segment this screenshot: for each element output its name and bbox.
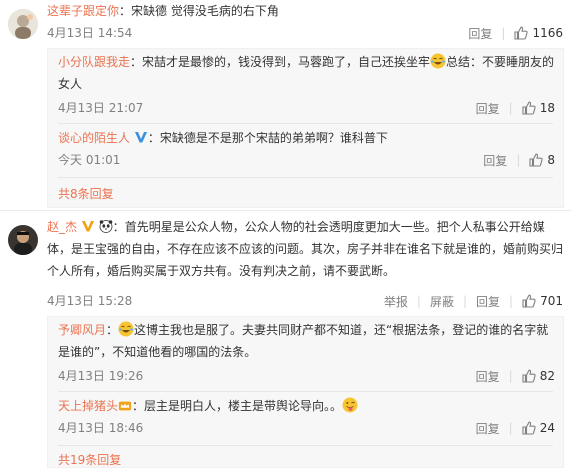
reply-item: 小分队跟我走：宋喆才是最惨的，钱没得到，马蓉跑了，自己还挨坐牢 总结：不要睡朋友的…: [58, 51, 555, 116]
reply-time: 4月13日 18:46: [58, 421, 144, 435]
like-count: 1166: [532, 26, 563, 40]
like-count: 24: [539, 421, 555, 435]
comment-body: 这辈子跟定你：宋缺德 觉得没毛病的右下角: [47, 4, 279, 18]
reply-divider: [58, 445, 553, 446]
comment-username[interactable]: 这辈子跟定你: [47, 4, 119, 18]
reply-divider: [58, 123, 553, 124]
reply-button[interactable]: 回复: [476, 293, 500, 310]
reply-actions: 回复 | 8: [483, 151, 555, 169]
panda-badge-icon: [99, 220, 113, 233]
thumbs-up-icon: [522, 101, 536, 115]
comment: 这辈子跟定你：宋缺德 觉得没毛病的右下角 4月13日 14:54 回复 | 11…: [0, 0, 571, 210]
reply-button[interactable]: 回复: [468, 25, 492, 42]
thumbs-up-icon: [522, 421, 536, 435]
gold-crown-badge-icon: [118, 401, 132, 411]
reply-button[interactable]: 回复: [476, 368, 500, 385]
comment-time: 4月13日 14:54: [47, 26, 133, 40]
comment-username[interactable]: 赵_杰: [47, 220, 77, 234]
reply-body: 小分队跟我走：宋喆才是最惨的，钱没得到，马蓉跑了，自己还挨坐牢 总结：不要睡朋友的…: [58, 53, 555, 91]
reply-time: 4月13日 21:07: [58, 101, 144, 115]
comment-text: 宋缺德 觉得没毛病的右下角: [131, 4, 279, 18]
more-replies-link[interactable]: 共19条回复: [58, 451, 121, 468]
reply-time: 4月13日 19:26: [58, 369, 144, 383]
comment-actions: 举报 | 屏蔽 | 回复 | 701: [384, 292, 563, 310]
reply-button[interactable]: 回复: [476, 100, 500, 117]
divider: |: [508, 369, 513, 383]
divider: |: [508, 101, 513, 115]
reply-item: 天上掉猪头 ：层主是明白人，楼主是带舆论导向。。 4月13日 18:46 回复 |…: [58, 395, 555, 436]
like-button[interactable]: 18: [522, 101, 555, 115]
block-button[interactable]: 屏蔽: [430, 293, 454, 310]
like-count: 8: [547, 153, 555, 167]
more-replies-link[interactable]: 共8条回复: [58, 185, 114, 202]
report-button[interactable]: 举报: [384, 293, 408, 310]
comment: 赵_杰 ：首先明星是公众人物，公众人物的社会透明度更加大一些。把个人私事公开给媒…: [0, 216, 571, 468]
comment-divider: [0, 210, 571, 211]
laughing-emoji-icon: [118, 321, 134, 337]
like-button[interactable]: 24: [522, 421, 555, 435]
divider: |: [509, 294, 514, 308]
thumbs-up-icon: [514, 26, 529, 40]
like-button[interactable]: 701: [522, 294, 563, 308]
like-count: 82: [539, 369, 555, 383]
reply-item: 予卿风月： 这博主我也是服了。夫妻共同财产都不知道，还“根据法条，登记的谁的名字就…: [58, 319, 555, 384]
tongue-emoji-icon: [342, 397, 358, 413]
reply-username[interactable]: 小分队跟我走: [58, 55, 130, 69]
thumbs-up-icon: [529, 153, 543, 167]
comment-text: 首先明星是公众人物，公众人物的社会透明度更加大一些。把个人私事公开给媒体，是王宝…: [47, 220, 564, 278]
like-count: 701: [540, 294, 563, 308]
reply-box: 小分队跟我走：宋喆才是最惨的，钱没得到，马蓉跑了，自己还挨坐牢 总结：不要睡朋友的…: [47, 48, 564, 208]
reply-item: 谈心的陌生人 ：宋缺德是不是那个宋喆的弟弟啊？谁科普下 今天 01:01 回复 …: [58, 127, 555, 168]
reply-time: 今天 01:01: [58, 153, 121, 167]
reply-button[interactable]: 回复: [483, 152, 507, 169]
reply-username[interactable]: 谈心的陌生人: [58, 131, 130, 145]
avatar[interactable]: [8, 225, 38, 255]
reply-actions: 回复 | 18: [476, 99, 555, 117]
reply-divider: [58, 177, 553, 178]
divider: |: [416, 294, 421, 308]
reply-text: 宋喆才是最惨的，钱没得到，马蓉跑了，自己还挨坐牢: [142, 55, 431, 69]
verified-v-icon: [81, 221, 94, 232]
like-count: 18: [539, 101, 555, 115]
comment-time: 4月13日 15:28: [47, 294, 133, 308]
avatar-image: [8, 9, 38, 39]
reply-actions: 回复 | 24: [476, 419, 555, 437]
reply-text: 层主是明白人，楼主是带舆论导向。。: [144, 399, 343, 413]
divider: |: [462, 294, 468, 308]
divider: |: [501, 26, 506, 40]
thumbs-up-icon: [522, 369, 536, 383]
comment-actions: 回复 | 1166: [468, 24, 563, 42]
reply-text: 宋缺德是不是那个宋喆的弟弟啊？谁科普下: [159, 131, 388, 145]
thumbs-up-icon: [522, 294, 536, 308]
like-button[interactable]: 1166: [514, 26, 563, 40]
reply-body: 天上掉猪头 ：层主是明白人，楼主是带舆论导向。。: [58, 395, 555, 417]
reply-button[interactable]: 回复: [476, 420, 500, 437]
reply-body: 予卿风月： 这博主我也是服了。夫妻共同财产都不知道，还“根据法条，登记的谁的名字就…: [58, 321, 549, 359]
reply-actions: 回复 | 82: [476, 367, 555, 385]
reply-username[interactable]: 予卿风月: [58, 323, 106, 337]
comment-body: 赵_杰 ：首先明星是公众人物，公众人物的社会透明度更加大一些。把个人私事公开给媒…: [47, 220, 564, 278]
divider: |: [516, 153, 521, 167]
reply-username[interactable]: 天上掉猪头: [58, 399, 118, 413]
verified-v-icon: [134, 132, 147, 143]
like-button[interactable]: 82: [522, 369, 555, 383]
like-button[interactable]: 8: [529, 153, 555, 167]
divider: |: [508, 421, 513, 435]
avatar-image: [8, 225, 38, 255]
laughing-emoji-icon: [430, 53, 446, 69]
avatar[interactable]: [8, 9, 38, 39]
reply-divider: [58, 391, 553, 392]
reply-body: 谈心的陌生人 ：宋缺德是不是那个宋喆的弟弟啊？谁科普下: [58, 131, 388, 145]
reply-box: 予卿风月： 这博主我也是服了。夫妻共同财产都不知道，还“根据法条，登记的谁的名字就…: [47, 316, 564, 468]
